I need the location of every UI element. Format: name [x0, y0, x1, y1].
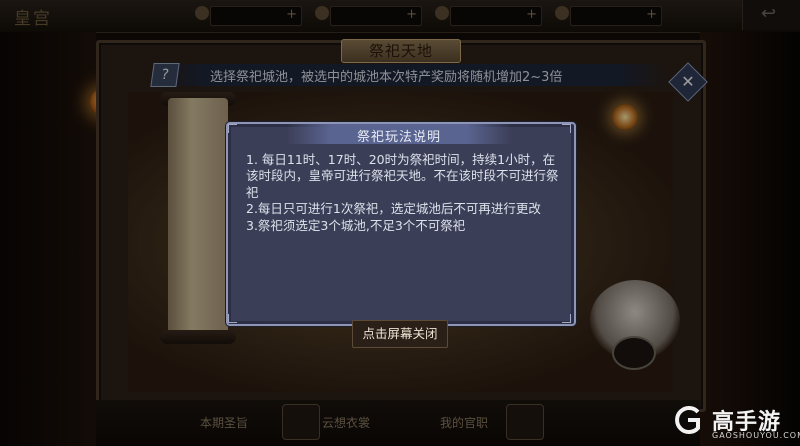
- dismiss-hint-button[interactable]: 点击屏幕关闭: [352, 320, 448, 348]
- dialog-body: 1. 每日11时、17时、20时为祭祀时间，持续1小时，在该时段内，皇帝可进行祭…: [246, 152, 564, 234]
- dialog-corner: [228, 124, 237, 133]
- dialog-corner: [562, 124, 571, 133]
- dialog-corner: [562, 314, 571, 323]
- brand-logo-icon: [675, 406, 700, 434]
- dialog-title: 祭祀玩法说明: [356, 130, 441, 145]
- watermark-site: GAOSHOUYOU.COM: [712, 431, 800, 440]
- dialog-corner: [228, 314, 237, 323]
- rule-item: 3.祭祀须选定3个城池,不足3个不可祭祀: [246, 217, 466, 233]
- rule-item: 2.每日只可进行1次祭祀，选定城池后不可再进行更改: [246, 201, 541, 217]
- rule-item: 1. 每日11时、17时、20时为祭祀时间，持续1小时，在该时段内，皇帝可进行祭…: [246, 152, 559, 200]
